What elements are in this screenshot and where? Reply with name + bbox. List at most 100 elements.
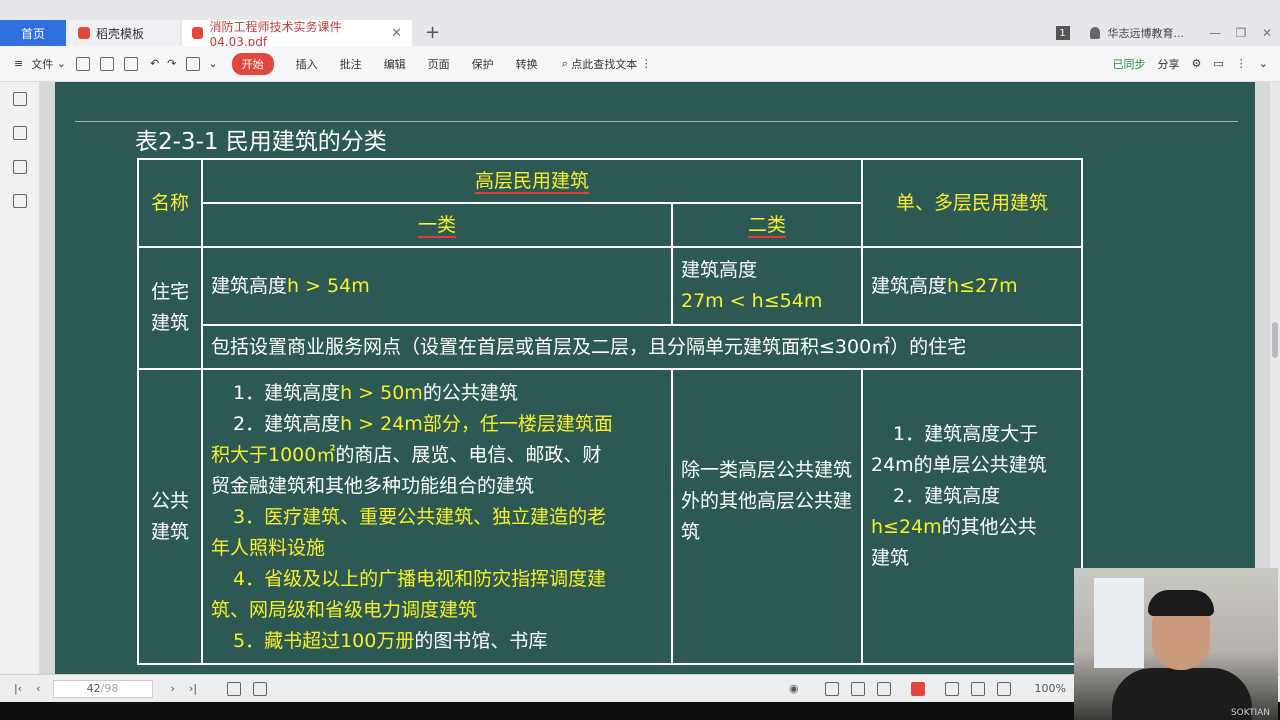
file-label: 文件 xyxy=(31,57,54,71)
pub-c1-line9: 5．藏书超过100万册的图书馆、书库 xyxy=(233,626,663,657)
tab-pdf[interactable]: 消防工程师技术实务课件04.03.pdf ✕ xyxy=(182,20,412,49)
row-label-public: 公共 建筑 xyxy=(137,368,203,665)
webcam-video: SOKTIAN xyxy=(1074,568,1278,720)
outline-icon[interactable] xyxy=(13,92,27,106)
tab-protect[interactable]: 保护 xyxy=(472,56,494,72)
sync-status[interactable]: 已同步 xyxy=(1113,56,1146,72)
pub-c1-l1a: 1．建筑高度 xyxy=(233,382,341,404)
res-label-1: 住宅 xyxy=(150,281,189,303)
res-c1-value: h > 54m xyxy=(287,274,370,297)
search-box[interactable]: ⌕ 点此查找文本 ⋮ xyxy=(562,56,652,72)
next-page-icon[interactable]: › xyxy=(171,682,175,695)
tab-convert[interactable]: 转换 xyxy=(516,56,538,72)
pub-c1-line7: 4．省级及以上的广播电视和防灾指挥调度建 xyxy=(233,568,607,590)
first-page-icon[interactable]: |‹ xyxy=(14,682,22,695)
zoom-level[interactable]: 100% xyxy=(1035,682,1066,695)
res-note-cell: 包括设置商业服务网点（设置在首层或首层及二层，且分隔单元建筑面积≤300㎡）的住… xyxy=(201,324,1083,370)
pub-c1-l3a: 积大于1000㎡ xyxy=(211,444,336,466)
pub-c1-line1: 1．建筑高度h > 50m的公共建筑 xyxy=(233,378,663,409)
export-icon[interactable] xyxy=(186,56,201,71)
res-c2-line1: 建筑高度 xyxy=(681,259,758,281)
tab-template[interactable]: 稻壳模板 xyxy=(68,20,180,46)
fit-page-icon[interactable] xyxy=(970,681,985,696)
more-icon[interactable]: ⋮ xyxy=(1236,57,1247,70)
last-page-icon[interactable]: ›| xyxy=(189,682,197,695)
scroll-thumb[interactable] xyxy=(1272,322,1278,358)
pub-class1-cell: 1．建筑高度h > 50m的公共建筑 2．建筑高度h > 24m部分，任一楼层建… xyxy=(201,368,673,665)
res-c2-value: 27m < h≤54m xyxy=(681,290,823,312)
page-count-badge[interactable]: 1 xyxy=(1055,26,1070,40)
pub-c1-line5: 3．医疗建筑、重要公共建筑、独立建造的老 xyxy=(233,506,607,528)
new-tab-button[interactable]: + xyxy=(425,22,440,43)
res-label-2: 建筑 xyxy=(150,312,189,334)
insert-page-icon[interactable] xyxy=(227,681,242,696)
tab-start[interactable]: 开始 xyxy=(231,52,274,75)
print-icon[interactable] xyxy=(123,56,138,71)
tab-home[interactable]: 首页 xyxy=(0,20,66,46)
page-current: 42 xyxy=(86,682,101,695)
restore-icon[interactable]: ❐ xyxy=(1228,26,1254,40)
annotation-icon[interactable] xyxy=(13,160,27,174)
comment-icon[interactable]: ▭ xyxy=(1213,57,1223,70)
two-page-icon[interactable] xyxy=(876,681,891,696)
search-placeholder: 点此查找文本 xyxy=(571,57,638,71)
pub-c1-line4: 贸金融建筑和其他多种功能组合的建筑 xyxy=(211,475,535,497)
header-high: 高层民用建筑 xyxy=(201,158,863,204)
tab-insert[interactable]: 插入 xyxy=(296,56,318,72)
account-name[interactable]: 华志远博教育... xyxy=(1108,25,1185,41)
row-label-residential: 住宅 建筑 xyxy=(137,246,203,370)
menu-icon[interactable]: ≡ xyxy=(14,57,23,70)
play-icon[interactable] xyxy=(910,681,925,696)
pub-c3-line3: 2．建筑高度 xyxy=(893,485,1001,507)
open-icon[interactable] xyxy=(75,56,90,71)
tab-edit[interactable]: 编辑 xyxy=(384,56,406,72)
pub-c3-l4b: 的其他公共 xyxy=(941,516,1037,538)
file-menu[interactable]: 文件 ⌄ xyxy=(31,56,66,72)
search-icon: ⌕ xyxy=(561,56,568,70)
prev-page-icon[interactable]: ‹ xyxy=(36,682,40,695)
pub-low-cell: 1．建筑高度大于 24m的单层公共建筑 2．建筑高度 h≤24m的其他公共 建筑 xyxy=(861,368,1083,665)
classification-table: 名称 高层民用建筑 单、多层民用建筑 一类 二类 住宅 建筑 建筑高度h > 5… xyxy=(137,158,1083,665)
minimize-icon[interactable]: — xyxy=(1202,26,1228,40)
pub-c1-l1c: 的公共建筑 xyxy=(422,382,518,404)
tab-template-label: 稻壳模板 xyxy=(96,26,145,41)
actual-size-icon[interactable] xyxy=(996,681,1011,696)
settings-icon[interactable]: ⚙ xyxy=(1192,57,1202,70)
more-dropdown-icon[interactable]: ⌄ xyxy=(208,57,217,70)
close-window-icon[interactable]: ✕ xyxy=(1254,26,1280,40)
res-class2-cell: 建筑高度 27m < h≤54m xyxy=(671,246,863,326)
page-input[interactable]: 42/98 xyxy=(52,679,153,698)
extract-page-icon[interactable] xyxy=(253,681,268,696)
single-page-icon[interactable] xyxy=(824,681,839,696)
template-icon xyxy=(78,27,90,39)
header-low: 单、多层民用建筑 xyxy=(861,158,1083,248)
tab-annotate[interactable]: 批注 xyxy=(340,56,362,72)
pub-c1-l2a: 2．建筑高度 xyxy=(233,413,341,435)
header-class2-label: 二类 xyxy=(747,213,786,238)
pub-label-2: 建筑 xyxy=(150,520,189,543)
fit-width-icon[interactable] xyxy=(944,681,959,696)
close-icon[interactable]: ✕ xyxy=(391,26,402,41)
collapse-icon[interactable]: ⌄ xyxy=(1259,57,1268,70)
header-class1: 一类 xyxy=(201,202,673,248)
slide-title: 表2-3-1 民用建筑的分类 xyxy=(135,129,387,155)
pub-c1-line6: 年人照料设施 xyxy=(211,537,326,559)
pub-c3-line2: 24m的单层公共建筑 xyxy=(871,454,1047,476)
tab-bar: 首页 稻壳模板 消防工程师技术实务课件04.03.pdf ✕ + 1 华志远博教… xyxy=(0,0,1280,49)
header-class1-label: 一类 xyxy=(417,213,456,238)
thumbnail-icon[interactable] xyxy=(13,126,27,140)
undo-icon[interactable]: ↶ xyxy=(150,57,159,70)
save-icon[interactable] xyxy=(99,56,114,71)
eye-icon[interactable]: ◉ xyxy=(789,682,799,695)
pub-c1-l3b: 的商店、展览、电信、邮政、财 xyxy=(335,444,602,466)
pub-class2-cell: 除一类高层公共建筑外的其他高层公共建筑 xyxy=(671,368,863,665)
pub-c3-line1: 1．建筑高度大于 xyxy=(893,423,1039,445)
res-low-cell: 建筑高度h≤27m xyxy=(861,246,1083,326)
pub-c1-line8: 筑、网局级和省级电力调度建筑 xyxy=(211,599,478,621)
continuous-page-icon[interactable] xyxy=(850,681,865,696)
share-button[interactable]: 分享 xyxy=(1158,56,1180,72)
tab-page[interactable]: 页面 xyxy=(428,56,450,72)
redo-icon[interactable]: ↷ xyxy=(167,57,176,70)
bookmark-icon[interactable] xyxy=(13,194,27,208)
pdf-icon xyxy=(192,27,204,39)
